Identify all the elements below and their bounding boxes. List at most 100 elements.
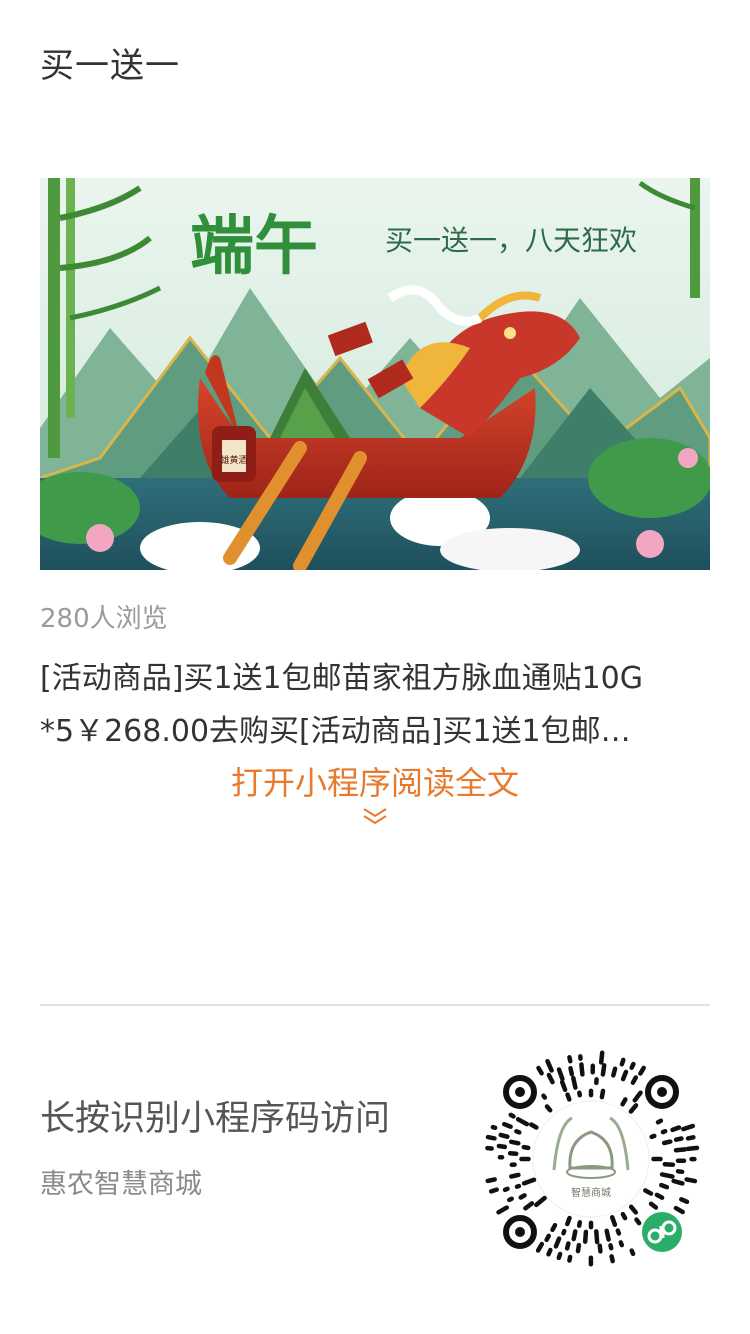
code-ray <box>675 1169 685 1175</box>
code-ray <box>579 1062 585 1077</box>
summary-line-2: *5￥268.00去购买[活动商品]买1送1包邮… <box>40 714 631 749</box>
code-ray <box>620 1069 629 1082</box>
code-ray <box>485 1134 497 1141</box>
dragon-boat-banner-image[interactable]: 雄黄酒 端午 买一送一，八天狂欢 <box>40 178 710 570</box>
view-count: 280人浏览 <box>40 604 168 634</box>
code-ray <box>561 1228 567 1236</box>
code-ray <box>611 1066 618 1078</box>
code-ray <box>514 1183 522 1189</box>
code-ray <box>556 1251 563 1261</box>
code-ray <box>508 1139 521 1146</box>
banner-illustration: 雄黄酒 端午 买一送一，八天狂欢 <box>40 178 710 570</box>
code-ray <box>576 1220 583 1228</box>
code-ray <box>582 1229 589 1244</box>
code-ray <box>535 1241 545 1253</box>
code-ray <box>541 1093 548 1100</box>
code-ray <box>550 1222 558 1233</box>
mini-program-code-image: 智慧商城 <box>475 1043 707 1275</box>
code-ray <box>671 1178 685 1186</box>
code-ray <box>685 1145 700 1152</box>
code-ray <box>490 1124 498 1131</box>
code-ray <box>571 1229 578 1242</box>
code-ray <box>600 1063 607 1077</box>
code-ray <box>568 1065 575 1077</box>
code-ray <box>556 1067 565 1082</box>
code-ray <box>514 1129 522 1135</box>
code-ray <box>577 1090 583 1098</box>
code-ray <box>620 1097 628 1107</box>
banner-heading: 端午 <box>190 209 318 284</box>
code-ray <box>659 1182 670 1190</box>
code-ray <box>634 1217 642 1226</box>
code-ray <box>630 1075 639 1085</box>
code-ray <box>638 1065 646 1076</box>
code-ray <box>670 1125 682 1133</box>
code-ray <box>673 1136 684 1142</box>
code-ray <box>559 1079 568 1093</box>
code-ray <box>608 1243 614 1251</box>
code-ray <box>661 1139 673 1146</box>
qr-logo-text: 智慧商城 <box>571 1186 611 1199</box>
code-ray <box>609 1215 618 1227</box>
banner-tagline: 买一送一，八天狂欢 <box>385 224 637 257</box>
page-title: 买一送一 <box>40 46 180 86</box>
code-ray <box>564 1241 571 1251</box>
code-ray <box>571 1075 578 1090</box>
chevron-down-double-icon[interactable] <box>362 806 388 826</box>
code-ray <box>518 1193 527 1200</box>
code-ray <box>485 1177 497 1184</box>
code-ray <box>502 1186 510 1193</box>
code-ray <box>544 1233 551 1243</box>
article-summary: [活动商品]买1送1包邮苗家祖方脉血通贴10G *5￥268.00去购买[活动商… <box>40 652 710 758</box>
code-ray <box>594 1229 600 1245</box>
code-ray <box>565 1092 572 1102</box>
code-ray <box>629 1061 636 1070</box>
code-ray <box>553 1236 562 1249</box>
code-ray <box>655 1118 664 1125</box>
code-ray <box>575 1242 582 1254</box>
qr-access-prompt: 长按识别小程序码访问 <box>40 1099 391 1139</box>
code-ray <box>649 1133 657 1140</box>
code-ray <box>521 1144 531 1151</box>
code-ray <box>509 1172 521 1179</box>
code-ray <box>648 1201 659 1210</box>
code-ray <box>660 1128 668 1135</box>
code-ray <box>508 1112 516 1119</box>
code-ray <box>679 1197 690 1205</box>
summary-line-1: [活动商品]买1送1包邮苗家祖方脉血通贴10G <box>40 661 644 696</box>
code-ray <box>629 1248 636 1257</box>
code-ray <box>659 1172 675 1179</box>
code-ray <box>507 1151 519 1157</box>
section-divider <box>40 1004 710 1006</box>
mini-program-code[interactable]: 智慧商城 <box>472 1040 710 1278</box>
code-ray <box>681 1123 696 1132</box>
code-ray <box>685 1135 696 1141</box>
jar-label: 雄黄酒 <box>220 454 247 466</box>
code-ray <box>609 1254 615 1264</box>
code-ray <box>536 1065 544 1076</box>
code-ray <box>599 1088 606 1100</box>
code-ray <box>673 1147 688 1153</box>
code-ray <box>604 1228 611 1242</box>
code-ray <box>615 1228 622 1236</box>
mini-program-name: 惠农智慧商城 <box>40 1169 202 1200</box>
code-ray <box>498 1132 510 1139</box>
code-ray <box>528 1122 539 1130</box>
code-ray <box>643 1188 654 1196</box>
code-ray <box>496 1143 508 1150</box>
code-ray <box>618 1240 625 1248</box>
code-ray <box>654 1192 665 1200</box>
code-ray <box>597 1243 603 1254</box>
code-ray <box>544 1104 553 1113</box>
code-ray <box>662 1161 676 1167</box>
code-ray <box>598 1050 605 1065</box>
open-mini-program-link[interactable]: 打开小程序阅读全文 <box>0 758 750 804</box>
code-ray <box>620 1211 628 1221</box>
code-ray <box>567 1254 573 1263</box>
article-page: 买一送一 雄黄酒 端午 买一送一，八天狂欢 280人浏览 [活动商品]买1送1包… <box>0 0 750 1334</box>
code-ray <box>619 1057 626 1067</box>
mini-program-icon <box>642 1212 682 1252</box>
code-ray <box>502 1121 513 1129</box>
code-ray <box>546 1072 555 1085</box>
code-ray <box>507 1196 514 1203</box>
